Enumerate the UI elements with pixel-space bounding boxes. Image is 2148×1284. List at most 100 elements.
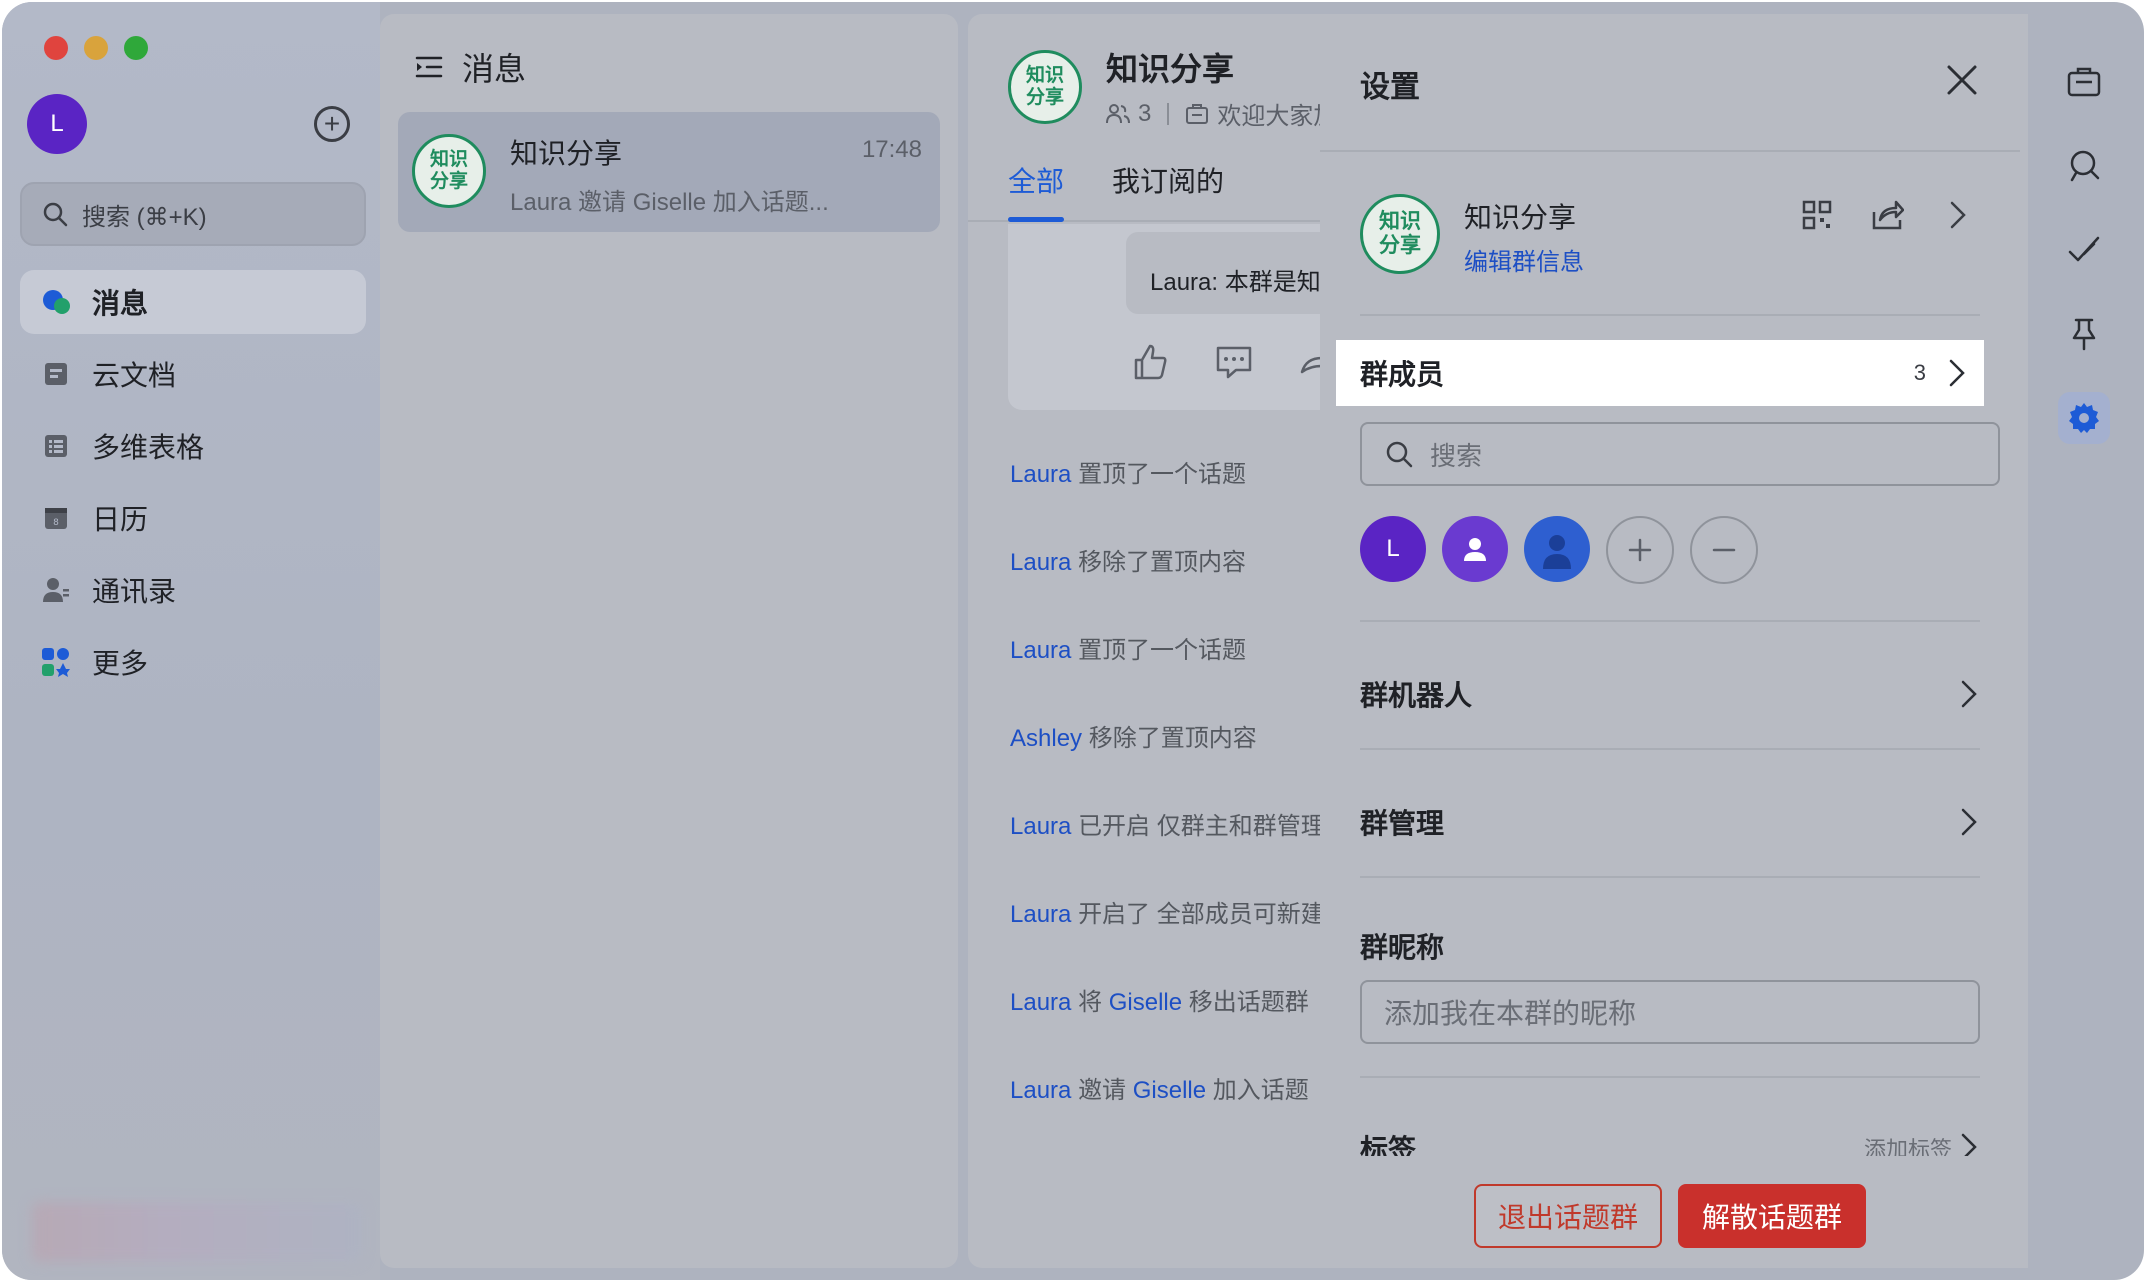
system-text: 邀请 [1078, 1077, 1127, 1104]
collapse-menu-icon[interactable] [414, 52, 444, 82]
tab-all[interactable]: 全部 [1008, 160, 1065, 222]
calendar-icon: 8 [40, 502, 72, 534]
settings-title: 设置 [1360, 71, 1420, 104]
pin-icon[interactable] [2058, 308, 2110, 360]
add-member-button[interactable] [1606, 516, 1674, 584]
user-link[interactable]: Laura [1010, 461, 1071, 488]
right-toolbar [2028, 2, 2144, 1280]
chat-tabs: 全部 我订阅的 [1008, 160, 1272, 222]
app-window: L + 搜索 (⌘+K) 消息 云文档 多维表格 8 日历 通讯录 更多 消息 … [2, 2, 2144, 1280]
divider [1360, 620, 1980, 622]
user-link[interactable]: Laura [1010, 549, 1071, 576]
system-message: Laura 开启了 全部成员可新建 [1010, 894, 1325, 982]
edit-check-icon[interactable] [2058, 224, 2110, 276]
chevron-right-icon[interactable] [1940, 198, 1974, 232]
chat-time: 17:48 [861, 136, 922, 163]
system-text: 将 [1078, 989, 1103, 1016]
add-circle-icon[interactable]: + [314, 106, 350, 142]
sidebar-item-cloud-docs[interactable]: 云文档 [20, 342, 366, 406]
search-messages-icon[interactable] [2058, 140, 2110, 192]
search-icon [43, 202, 68, 227]
system-message: Laura 移除了置顶内容 [1010, 542, 1325, 630]
sidebar: L + 搜索 (⌘+K) 消息 云文档 多维表格 8 日历 通讯录 更多 [2, 2, 380, 1280]
chat-list-title: 消息 [462, 51, 527, 87]
member-search-input[interactable]: 搜索 [1360, 422, 2000, 486]
group-avatar[interactable]: 知识 分享 [1008, 50, 1082, 124]
members-count: 3 [1913, 360, 1926, 385]
quit-group-button[interactable]: 退出话题群 [1474, 1184, 1662, 1248]
group-avatar[interactable]: 知识 分享 [1360, 194, 1440, 274]
chat-list-panel: 消息 知识 分享 知识分享 17:48 Laura 邀请 Giselle 加入话… [380, 14, 958, 1268]
group-name: 知识分享 [1464, 202, 1577, 233]
user-link[interactable]: Laura [1010, 901, 1071, 928]
maximize-window-button[interactable] [124, 36, 148, 60]
divider [1360, 1076, 1980, 1078]
user-link[interactable]: Giselle [1109, 989, 1182, 1016]
settings-gear-icon[interactable] [2058, 392, 2110, 444]
user-link[interactable]: Laura [1010, 813, 1071, 840]
member-avatar[interactable]: L [1360, 516, 1426, 582]
user-link[interactable]: Laura [1010, 637, 1071, 664]
sidebar-item-calendar[interactable]: 8 日历 [20, 486, 366, 550]
chevron-right-icon [1961, 1133, 1977, 1156]
search-placeholder: 搜索 (⌘+K) [82, 203, 207, 231]
system-text: 置顶了一个话题 [1078, 461, 1247, 488]
system-text: 置顶了一个话题 [1078, 637, 1247, 664]
divider [1360, 876, 1980, 878]
system-text: 移除了置顶内容 [1078, 549, 1247, 576]
system-messages: Laura 置顶了一个话题 Laura 移除了置顶内容 Laura 置顶了一个话… [1010, 454, 1325, 1158]
user-link[interactable]: Laura [1010, 1077, 1071, 1104]
chat-list-item[interactable]: 知识 分享 知识分享 17:48 Laura 邀请 Giselle 加入话题..… [398, 112, 940, 232]
member-avatar[interactable] [1524, 516, 1590, 582]
thumbs-up-icon[interactable] [1130, 342, 1170, 382]
edit-group-info-link[interactable]: 编辑群信息 [1464, 242, 1584, 277]
qr-code-icon[interactable] [1800, 198, 1834, 232]
divider [1360, 314, 1980, 316]
sidebar-item-label: 通讯录 [92, 576, 177, 607]
group-actions [1800, 198, 2010, 232]
add-tag-link[interactable]: 添加标签 [1864, 1132, 1952, 1156]
more-apps-icon [40, 646, 72, 678]
chevron-right-icon [1961, 808, 1977, 836]
nickname-placeholder: 添加我在本群的昵称 [1384, 998, 1637, 1029]
dissolve-group-button[interactable]: 解散话题群 [1678, 1184, 1866, 1248]
sidebar-item-contacts[interactable]: 通讯录 [20, 558, 366, 622]
close-icon[interactable] [1944, 62, 1980, 98]
divider [1167, 102, 1170, 125]
share-icon[interactable] [1870, 198, 1904, 232]
chat-name: 知识分享 [510, 138, 623, 169]
system-text: 已开启 仅群主和群管理 [1078, 813, 1325, 840]
chat-list-header: 消息 [414, 44, 526, 90]
sidebar-item-label: 云文档 [92, 360, 177, 391]
nickname-input[interactable]: 添加我在本群的昵称 [1360, 980, 1980, 1044]
member-search-placeholder: 搜索 [1430, 440, 1483, 471]
close-window-button[interactable] [44, 36, 68, 60]
user-link[interactable]: Giselle [1133, 1077, 1206, 1104]
members-label: 群成员 [1360, 359, 1445, 390]
person-icon [1464, 538, 1486, 561]
user-link[interactable]: Ashley [1010, 725, 1082, 752]
system-message: Laura 将 Giselle 移出话题群 [1010, 982, 1325, 1070]
member-count[interactable]: 3 [1138, 100, 1151, 128]
sidebar-item-messages[interactable]: 消息 [20, 270, 366, 334]
board-icon[interactable] [2058, 56, 2110, 108]
settings-panel: 设置 知识 分享 知识分享 编辑群信息 群成员 3 搜索 L 群机器人 群管理 … [1320, 14, 2028, 1268]
sidebar-item-label: 日历 [92, 504, 149, 535]
comment-icon[interactable] [1214, 342, 1254, 382]
tab-subscribed[interactable]: 我订阅的 [1112, 160, 1224, 222]
user-link[interactable]: Laura [1010, 989, 1071, 1016]
manage-label: 群管理 [1360, 808, 1445, 839]
minimize-window-button[interactable] [84, 36, 108, 60]
member-avatar[interactable] [1442, 516, 1508, 582]
bots-label: 群机器人 [1360, 680, 1473, 711]
group-manage-row[interactable]: 群管理 [1360, 802, 1980, 842]
group-tags-row[interactable]: 标签 添加标签 [1360, 1122, 1980, 1156]
global-search-input[interactable]: 搜索 (⌘+K) [20, 182, 366, 246]
remove-member-button[interactable] [1690, 516, 1758, 584]
group-members-row[interactable]: 群成员 3 [1336, 340, 1984, 406]
sidebar-item-bitable[interactable]: 多维表格 [20, 414, 366, 478]
system-text: 移出话题群 [1188, 989, 1309, 1016]
sidebar-item-more[interactable]: 更多 [20, 630, 366, 694]
user-avatar[interactable]: L [27, 94, 87, 154]
group-bots-row[interactable]: 群机器人 [1360, 674, 1980, 714]
